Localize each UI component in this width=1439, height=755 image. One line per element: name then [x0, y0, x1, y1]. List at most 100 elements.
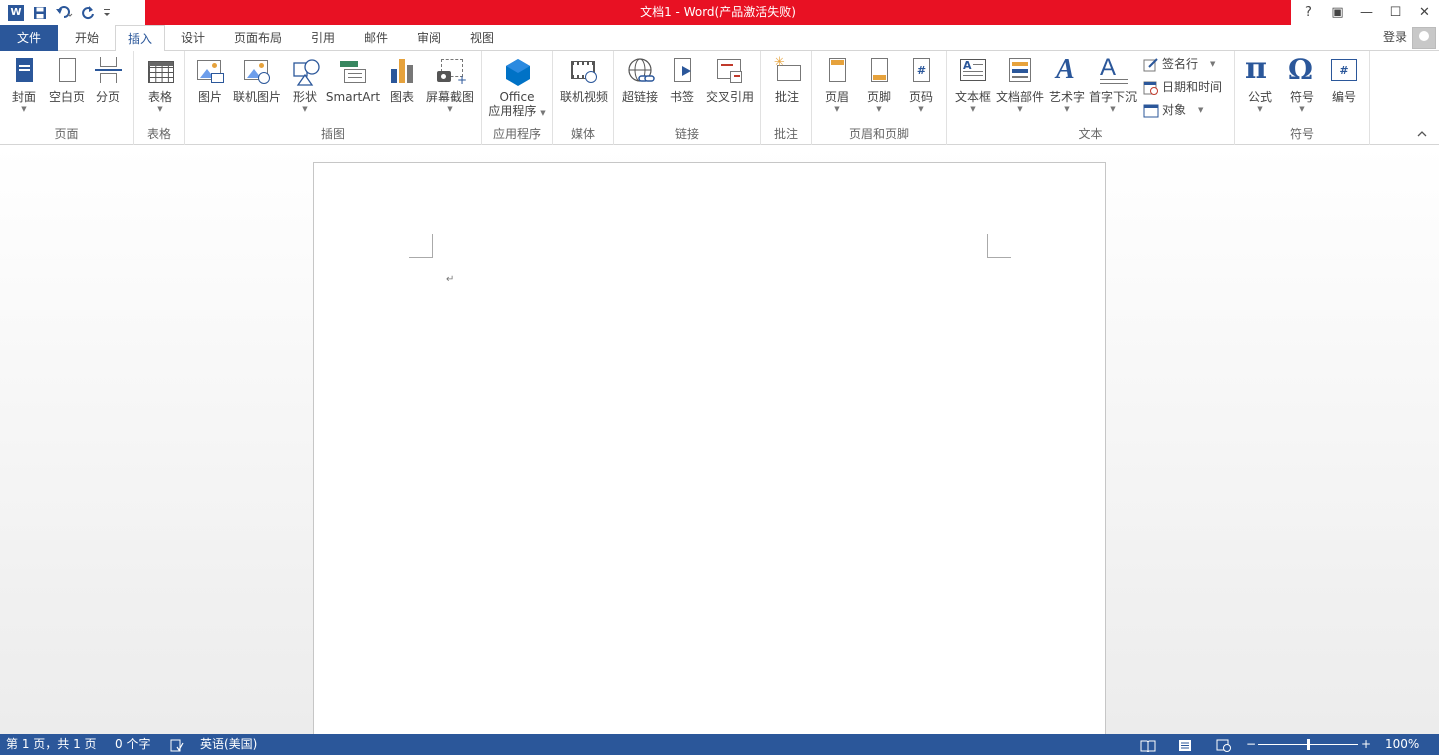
bookmark-button[interactable]: 书签: [664, 55, 700, 104]
group-illustrations: 图片 联机图片 形状 ▼ SmartArt 图表 + 屏幕截图 ▼ 插图: [185, 51, 482, 145]
screenshot-button[interactable]: + 屏幕截图 ▼: [423, 55, 477, 114]
group-label-links: 链接: [674, 127, 699, 141]
collapse-ribbon-icon[interactable]: [1417, 127, 1427, 140]
group-label-pages: 页面: [54, 127, 79, 141]
read-mode-icon[interactable]: [1140, 738, 1156, 753]
web-layout-icon[interactable]: [1216, 738, 1232, 752]
table-icon: [147, 57, 174, 87]
date-time-button[interactable]: 日期和时间: [1143, 76, 1222, 98]
group-label-header-footer: 页眉和页脚: [848, 127, 909, 141]
dropdown-arrow-icon: ▼: [1198, 106, 1204, 114]
quick-access-toolbar: W: [0, 0, 114, 25]
blank-page-button[interactable]: 空白页: [46, 55, 88, 104]
drop-cap-button[interactable]: A 首字下沉 ▼: [1087, 55, 1139, 114]
word-logo-icon[interactable]: W: [8, 4, 24, 21]
chart-button[interactable]: 图表: [383, 55, 421, 104]
zoom-out-button[interactable]: −: [1246, 734, 1256, 755]
group-media: 联机视频 媒体: [553, 51, 614, 145]
equation-button[interactable]: π 公式 ▼: [1241, 53, 1279, 114]
zoom-slider-thumb[interactable]: [1306, 739, 1310, 750]
proofing-icon[interactable]: [170, 738, 184, 752]
shapes-button[interactable]: 形状 ▼: [287, 55, 323, 114]
undo-icon[interactable]: [52, 0, 76, 25]
object-button[interactable]: 对象 ▼: [1143, 99, 1203, 121]
window-title: 文档1 - Word(产品激活失败): [145, 0, 1291, 25]
tab-view[interactable]: 视图: [458, 25, 506, 51]
signature-icon: [1143, 57, 1159, 72]
online-picture-button[interactable]: 联机图片: [231, 55, 283, 104]
page-count-status[interactable]: 第 1 页，共 1 页: [6, 734, 97, 755]
numbering-button[interactable]: # 编号: [1325, 55, 1363, 104]
word-count-status[interactable]: 0 个字: [115, 734, 150, 755]
office-apps-button[interactable]: Office 应用程序 ▼: [485, 55, 549, 120]
login-link[interactable]: 登录: [1383, 25, 1407, 51]
wordart-icon: A: [1056, 54, 1075, 85]
signature-line-button[interactable]: 签名行 ▼: [1143, 53, 1215, 75]
online-picture-icon: [244, 57, 270, 87]
tab-home[interactable]: 开始: [62, 25, 112, 51]
language-status[interactable]: 英语(美国): [200, 734, 257, 755]
margin-corner-top-right: [987, 234, 1011, 258]
textbox-button[interactable]: A 文本框 ▼: [951, 55, 995, 114]
status-bar: 第 1 页，共 1 页 0 个字 英语(美国) − + 100%: [0, 734, 1439, 755]
tab-mailings[interactable]: 邮件: [352, 25, 400, 51]
wordart-button[interactable]: A 艺术字 ▼: [1047, 55, 1087, 114]
symbol-button[interactable]: Ω 符号 ▼: [1283, 54, 1321, 114]
dropdown-arrow-icon: ▼: [447, 105, 453, 113]
new-comment-button[interactable]: ✳ 批注: [767, 55, 807, 104]
shapes-icon: [292, 57, 320, 87]
hyperlink-icon: [627, 57, 655, 87]
calendar-icon: [1143, 80, 1159, 95]
group-header-footer: 页眉 ▼ 页脚 ▼ # 页码 ▼ 页眉和页脚: [812, 51, 947, 145]
numbering-icon: #: [1331, 57, 1357, 87]
avatar[interactable]: [1412, 27, 1436, 49]
drop-cap-icon: A: [1100, 55, 1128, 87]
picture-icon: [197, 57, 224, 87]
hyperlink-button[interactable]: 超链接: [619, 55, 661, 104]
tab-review[interactable]: 审阅: [405, 25, 453, 51]
group-label-symbols: 符号: [1289, 127, 1314, 141]
ribbon-tabs: 文件 开始 插入 设计 页面布局 引用 邮件 审阅 视图 登录: [0, 25, 1439, 52]
tab-layout[interactable]: 页面布局: [222, 25, 294, 51]
tab-references[interactable]: 引用: [299, 25, 347, 51]
title-bar: W 文档1 - Word(产品激活失败) ? ▣ — ☐ ✕: [0, 0, 1439, 25]
group-text: A 文本框 ▼ 文档部件 ▼ A 艺术字 ▼ A 首字下沉 ▼ 签名行 ▼ 日期…: [947, 51, 1235, 145]
tab-design[interactable]: 设计: [168, 25, 218, 51]
smartart-button[interactable]: SmartArt: [325, 55, 381, 104]
cover-page-button[interactable]: 封面 ▼: [4, 55, 44, 114]
office-store-icon: [504, 57, 530, 87]
maximize-button[interactable]: ☐: [1381, 0, 1410, 25]
table-button[interactable]: 表格 ▼: [140, 55, 180, 114]
chart-icon: [389, 57, 415, 87]
ribbon-display-options-icon[interactable]: ▣: [1323, 0, 1352, 25]
tab-file[interactable]: 文件: [0, 25, 58, 51]
page-break-button[interactable]: 分页: [89, 55, 127, 104]
online-video-button[interactable]: 联机视频: [557, 55, 611, 104]
group-symbols: π 公式 ▼ Ω 符号 ▼ # 编号 符号: [1235, 51, 1370, 145]
cross-reference-button[interactable]: 交叉引用: [703, 55, 757, 104]
picture-button[interactable]: 图片: [191, 55, 229, 104]
paragraph-mark: ↵: [446, 274, 455, 285]
close-button[interactable]: ✕: [1410, 0, 1439, 25]
save-icon[interactable]: [28, 0, 52, 25]
footer-button[interactable]: 页脚 ▼: [860, 55, 898, 114]
dropdown-arrow-icon: ▼: [540, 109, 546, 117]
minimize-button[interactable]: —: [1352, 0, 1381, 25]
tab-insert[interactable]: 插入: [115, 25, 165, 52]
zoom-in-button[interactable]: +: [1361, 734, 1371, 755]
redo-icon[interactable]: [76, 0, 100, 25]
page-number-icon: #: [908, 57, 934, 87]
quick-parts-button[interactable]: 文档部件 ▼: [995, 55, 1045, 114]
dropdown-arrow-icon: ▼: [1210, 60, 1216, 68]
customize-qat-icon[interactable]: [100, 0, 114, 25]
dropdown-arrow-icon: ▼: [1064, 105, 1070, 113]
footer-icon: [866, 57, 892, 87]
zoom-level[interactable]: 100%: [1385, 734, 1419, 755]
window-controls: ? ▣ — ☐ ✕: [1294, 0, 1439, 25]
dropdown-arrow-icon: ▼: [1257, 105, 1263, 113]
header-button[interactable]: 页眉 ▼: [818, 55, 856, 114]
print-layout-icon[interactable]: [1178, 738, 1192, 751]
help-button[interactable]: ?: [1294, 0, 1323, 25]
page-number-button[interactable]: # 页码 ▼: [902, 55, 940, 114]
group-apps: Office 应用程序 ▼ 应用程序: [482, 51, 553, 145]
